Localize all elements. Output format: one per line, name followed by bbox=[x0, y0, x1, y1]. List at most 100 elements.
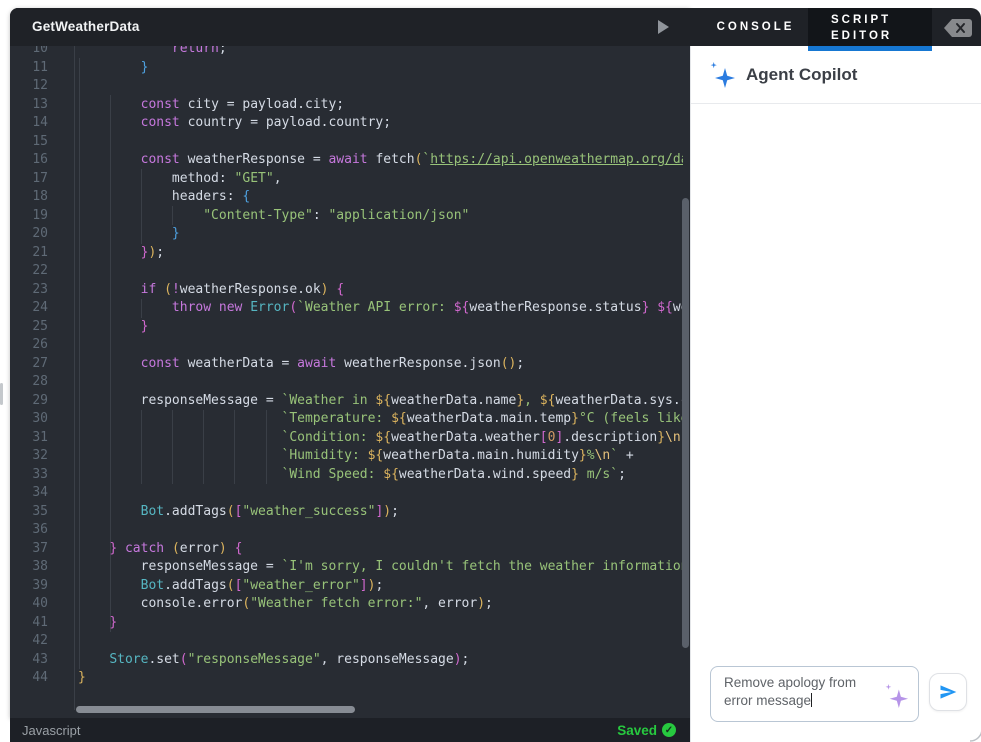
code-line[interactable]: 32 `Humidity: ${weatherData.main.humidit… bbox=[10, 447, 683, 466]
code-line-text[interactable]: console.error("Weather fetch error:", er… bbox=[78, 595, 493, 614]
copilot-prompt-input[interactable]: Remove apology from error message bbox=[710, 666, 919, 722]
prompt-text: Remove apology from error message bbox=[724, 675, 857, 708]
save-status: Saved ✓ bbox=[617, 723, 676, 738]
code-line[interactable]: 12 bbox=[10, 77, 683, 96]
code-line[interactable]: 21 }); bbox=[10, 244, 683, 263]
code-line[interactable]: 26 bbox=[10, 336, 683, 355]
code-line-text[interactable]: `Temperature: ${weatherData.main.temp}°C… bbox=[78, 410, 684, 429]
line-number: 41 bbox=[32, 614, 48, 630]
line-number: 13 bbox=[32, 96, 48, 112]
code-line-text[interactable]: responseMessage = `I'm sorry, I couldn't… bbox=[78, 558, 683, 577]
code-line[interactable]: 30 `Temperature: ${weatherData.main.temp… bbox=[10, 410, 683, 429]
line-number: 40 bbox=[32, 596, 48, 611]
code-line-text[interactable]: responseMessage = `Weather in ${weatherD… bbox=[78, 392, 683, 411]
code-line[interactable]: 36 bbox=[10, 521, 683, 540]
code-line[interactable]: 34 bbox=[10, 484, 683, 503]
code-line[interactable]: 11 } bbox=[10, 59, 683, 78]
line-number: 33 bbox=[32, 466, 48, 482]
resize-corner-handle[interactable] bbox=[969, 728, 981, 742]
code-line[interactable]: 18 headers: { bbox=[10, 188, 683, 207]
code-line[interactable]: 41 } bbox=[10, 614, 683, 633]
code-line-text[interactable]: } bbox=[78, 614, 117, 633]
line-number: 34 bbox=[32, 485, 48, 500]
code-line[interactable]: 23 if (!weatherResponse.ok) { bbox=[10, 281, 683, 300]
code-line-text[interactable]: const country = payload.country; bbox=[78, 114, 391, 133]
send-icon bbox=[940, 685, 957, 699]
code-line[interactable]: 17 method: "GET", bbox=[10, 170, 683, 189]
line-number: 43 bbox=[32, 651, 48, 667]
line-number: 17 bbox=[32, 170, 48, 186]
code-line-text[interactable]: const weatherResponse = await fetch(`htt… bbox=[78, 151, 683, 170]
code-line-text[interactable]: Bot.addTags(["weather_success"]); bbox=[78, 503, 399, 522]
code-line[interactable]: 42 bbox=[10, 632, 683, 651]
code-line-text[interactable]: } bbox=[78, 318, 149, 337]
tab-script-editor[interactable]: SCRIPT EDITOR bbox=[808, 8, 932, 48]
code-line-text[interactable]: throw new Error(`Weather API error: ${we… bbox=[78, 299, 683, 318]
code-line[interactable]: 19 "Content-Type": "application/json" bbox=[10, 207, 683, 226]
code-line[interactable]: 39 Bot.addTags(["weather_error"]); bbox=[10, 577, 683, 596]
send-button[interactable] bbox=[929, 673, 967, 711]
code-line[interactable]: 25 } bbox=[10, 318, 683, 337]
line-number: 38 bbox=[32, 559, 48, 574]
code-line[interactable]: 37 } catch (error) { bbox=[10, 540, 683, 559]
line-number: 21 bbox=[32, 244, 48, 260]
language-label: Javascript bbox=[22, 722, 81, 738]
code-line-text[interactable]: Bot.addTags(["weather_error"]); bbox=[78, 577, 384, 596]
status-bar: Javascript Saved ✓ bbox=[10, 718, 690, 742]
line-number: 37 bbox=[32, 540, 48, 556]
close-button[interactable] bbox=[940, 16, 978, 42]
code-line-text[interactable]: method: "GET", bbox=[78, 170, 282, 189]
sparkle-icon bbox=[710, 61, 735, 88]
code-line[interactable]: 35 Bot.addTags(["weather_success"]); bbox=[10, 503, 683, 522]
line-number: 23 bbox=[32, 281, 48, 297]
code-line[interactable]: 44} bbox=[10, 669, 683, 688]
copilot-header: Agent Copilot bbox=[691, 46, 981, 103]
line-number: 29 bbox=[32, 392, 48, 408]
line-number: 12 bbox=[32, 78, 48, 93]
code-line-text[interactable]: `Condition: ${weatherData.weather[0].des… bbox=[78, 429, 684, 448]
code-line[interactable]: 31 `Condition: ${weatherData.weather[0].… bbox=[10, 429, 683, 448]
code-line-text[interactable]: headers: { bbox=[78, 188, 250, 207]
code-line[interactable]: 28 bbox=[10, 373, 683, 392]
sparkle-icon bbox=[885, 684, 909, 708]
code-line[interactable]: 38 responseMessage = `I'm sorry, I could… bbox=[10, 558, 683, 577]
line-number: 15 bbox=[32, 133, 48, 149]
code-line-text[interactable]: } catch (error) { bbox=[78, 540, 242, 559]
code-line[interactable]: 15 bbox=[10, 133, 683, 152]
code-line-text[interactable]: } bbox=[78, 59, 149, 78]
run-script-button[interactable] bbox=[658, 20, 678, 35]
code-line-text[interactable]: } bbox=[78, 669, 86, 688]
line-number: 16 bbox=[32, 152, 48, 167]
code-area[interactable]: 10 return; 11 } 12 13 const city = payload.… bbox=[10, 40, 683, 688]
tab-console[interactable]: CONSOLE bbox=[708, 8, 803, 46]
code-line[interactable]: 29 responseMessage = `Weather in ${weath… bbox=[10, 392, 683, 411]
code-line[interactable]: 16 const weatherResponse = await fetch(`… bbox=[10, 151, 683, 170]
copilot-title: Agent Copilot bbox=[746, 64, 858, 84]
code-line[interactable]: 43 Store.set("responseMessage", response… bbox=[10, 651, 683, 670]
code-line[interactable]: 40 console.error("Weather fetch error:",… bbox=[10, 595, 683, 614]
horizontal-scrollbar-thumb[interactable] bbox=[76, 706, 355, 713]
code-line-text[interactable]: const city = payload.city; bbox=[78, 96, 345, 115]
code-line[interactable]: 27 const weatherData = await weatherResp… bbox=[10, 355, 683, 374]
play-icon bbox=[658, 20, 669, 34]
code-line-text[interactable]: Store.set("responseMessage", responseMes… bbox=[78, 651, 469, 670]
script-editor-pane: 10 return; 11 } 12 13 const city = payload.… bbox=[10, 8, 690, 718]
code-line-text[interactable]: "Content-Type": "application/json" bbox=[78, 207, 469, 226]
code-line[interactable]: 24 throw new Error(`Weather API error: $… bbox=[10, 299, 683, 318]
vertical-scrollbar-thumb[interactable] bbox=[682, 198, 689, 648]
panel-resize-handle[interactable] bbox=[0, 383, 3, 405]
code-line[interactable]: 20 } bbox=[10, 225, 683, 244]
code-line-text[interactable]: const weatherData = await weatherRespons… bbox=[78, 355, 525, 374]
code-line[interactable]: 22 bbox=[10, 262, 683, 281]
line-number: 26 bbox=[32, 337, 48, 352]
code-line-text[interactable]: if (!weatherResponse.ok) { bbox=[78, 281, 345, 300]
code-line-text[interactable]: `Wind Speed: ${weatherData.wind.speed} m… bbox=[78, 466, 626, 485]
line-number: 32 bbox=[32, 448, 48, 463]
code-line-text[interactable]: }); bbox=[78, 244, 164, 263]
code-line[interactable]: 33 `Wind Speed: ${weatherData.wind.speed… bbox=[10, 466, 683, 485]
saved-label: Saved bbox=[617, 722, 657, 738]
code-line[interactable]: 14 const country = payload.country; bbox=[10, 114, 683, 133]
code-line[interactable]: 13 const city = payload.city; bbox=[10, 96, 683, 115]
code-line-text[interactable]: } bbox=[78, 225, 180, 244]
code-line-text[interactable]: `Humidity: ${weatherData.main.humidity}%… bbox=[78, 447, 634, 466]
